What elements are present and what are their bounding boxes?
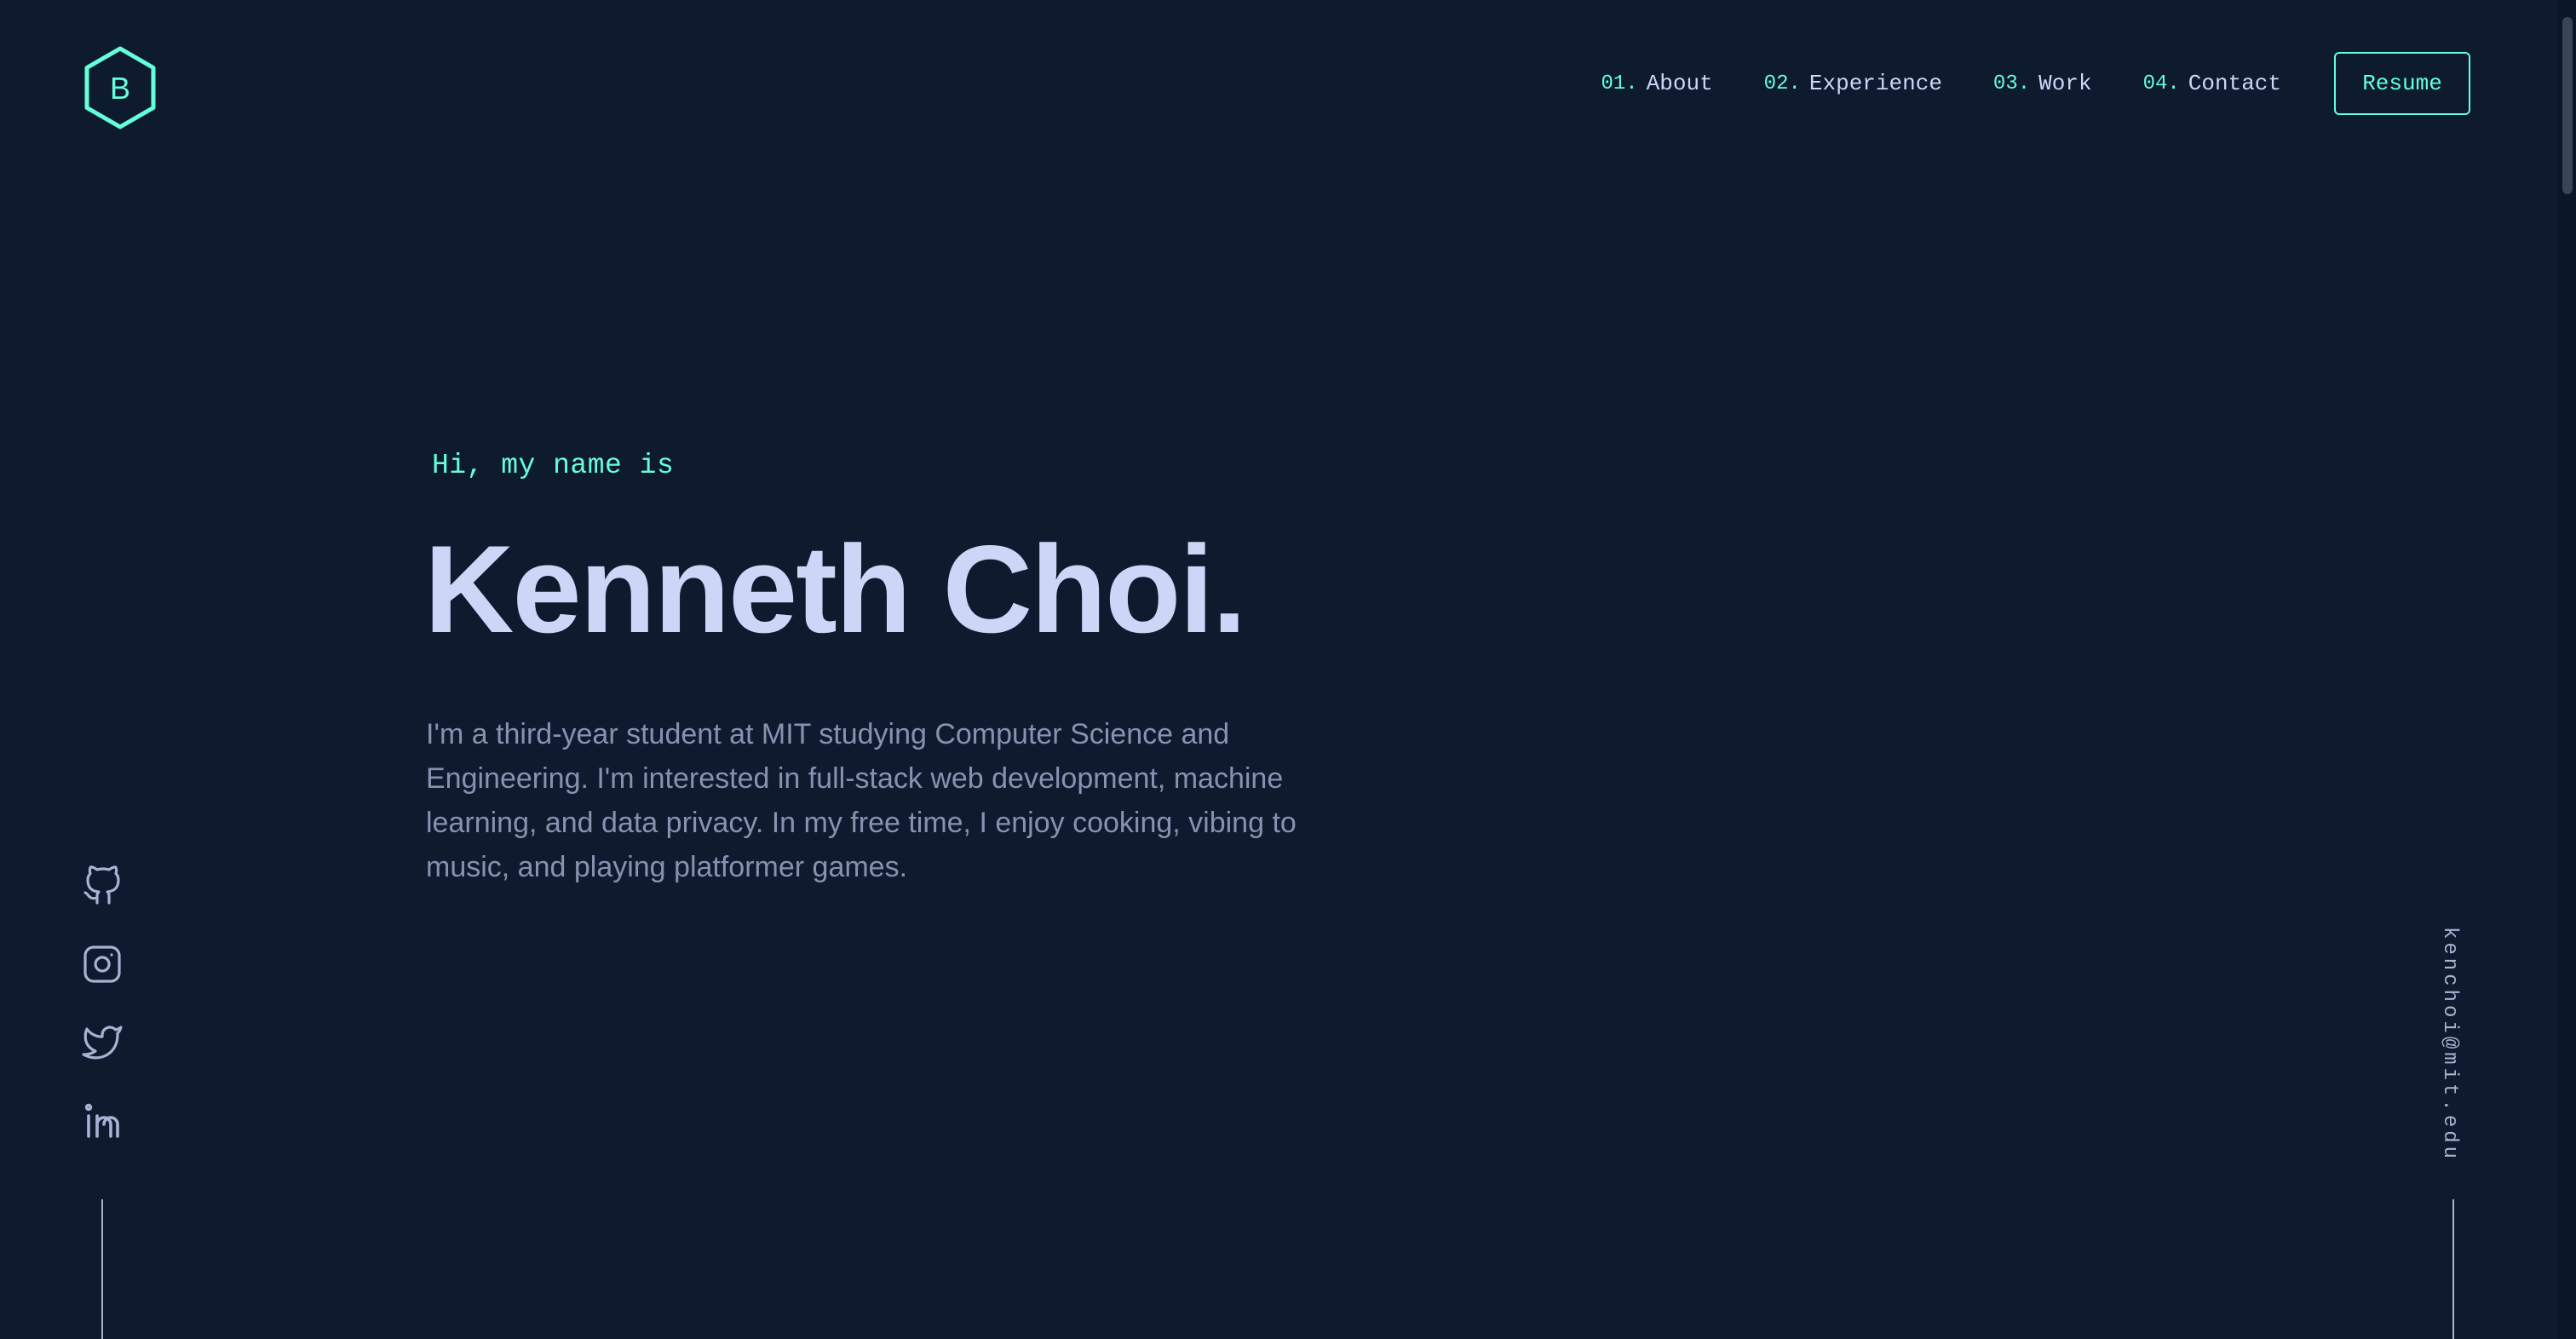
- instagram-link[interactable]: [82, 944, 123, 985]
- twitter-icon: [82, 1026, 123, 1060]
- social-links: [82, 865, 123, 1179]
- hero-name: Kenneth Choi.: [424, 520, 1246, 658]
- hexagon-logo-icon: B: [84, 46, 156, 129]
- github-link[interactable]: [82, 865, 123, 906]
- resume-button[interactable]: Resume: [2334, 52, 2470, 115]
- logo[interactable]: B: [83, 46, 157, 129]
- logo-letter: B: [110, 71, 130, 106]
- linkedin-icon: [84, 1103, 119, 1138]
- nav-item-work[interactable]: 03. Work: [1993, 71, 2092, 96]
- instagram-icon: [83, 945, 121, 983]
- email-link[interactable]: kenchoi@mit.edu: [2438, 927, 2461, 1162]
- hero-greeting: Hi, my name is: [432, 450, 675, 481]
- nav-item-label: Work: [2038, 71, 2092, 96]
- linkedin-link[interactable]: [82, 1101, 123, 1141]
- nav-item-number: 04.: [2142, 72, 2180, 95]
- nav-item-number: 02.: [1763, 72, 1801, 95]
- nav-item-number: 01.: [1601, 72, 1638, 95]
- scrollbar[interactable]: [2557, 0, 2576, 1339]
- nav-item-number: 03.: [1992, 72, 2031, 95]
- nav-item-label: Experience: [1808, 71, 1942, 96]
- nav-item-experience[interactable]: 02. Experience: [1764, 71, 1942, 96]
- nav-item-contact[interactable]: 04. Contact: [2143, 71, 2281, 96]
- nav-item-about[interactable]: 01. About: [1601, 71, 1712, 96]
- nav-item-label: Contact: [2188, 71, 2281, 96]
- github-icon: [83, 865, 120, 905]
- twitter-link[interactable]: [82, 1022, 123, 1063]
- left-vertical-line: [101, 1199, 103, 1339]
- right-vertical-line: [2452, 1199, 2454, 1339]
- nav-item-label: About: [1646, 71, 1713, 96]
- main-nav: 01. About 02. Experience 03. Work 04. Co…: [1601, 49, 2470, 118]
- hero-bio: I'm a third-year student at MIT studying…: [426, 718, 1297, 883]
- scrollbar-thumb[interactable]: [2562, 17, 2573, 194]
